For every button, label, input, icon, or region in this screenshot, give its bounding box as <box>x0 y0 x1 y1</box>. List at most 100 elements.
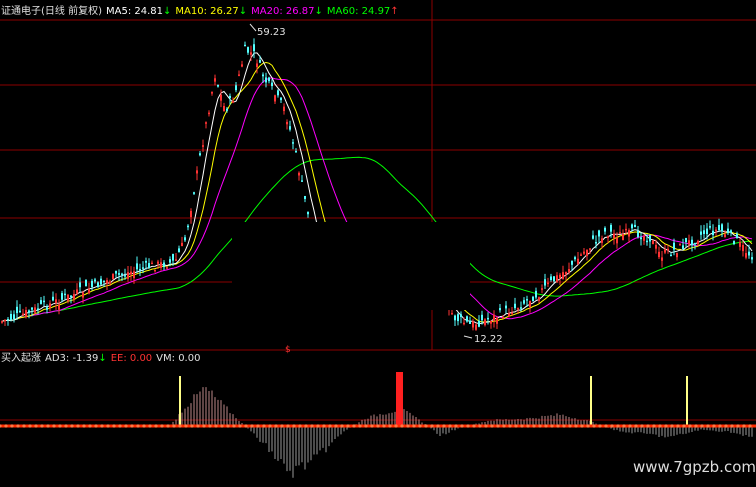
baseline-dot <box>652 424 656 428</box>
candle-body <box>301 180 303 182</box>
baseline-dot <box>712 424 716 428</box>
baseline-dot <box>196 424 200 428</box>
baseline-dot <box>40 424 44 428</box>
baseline-dot <box>724 424 728 428</box>
baseline-dot <box>340 424 344 428</box>
baseline-dot <box>16 424 20 428</box>
candle-body <box>538 297 540 301</box>
candle-body <box>571 260 573 265</box>
baseline-dot <box>94 424 98 428</box>
candle-body <box>565 271 567 275</box>
baseline-dot <box>58 424 62 428</box>
high-price-label: 59.23 <box>257 27 286 38</box>
candle-body <box>178 248 180 253</box>
baseline-dot <box>496 424 500 428</box>
baseline-dot <box>10 424 14 428</box>
candle-body <box>214 78 216 82</box>
baseline-dot <box>436 424 440 428</box>
candle-body <box>238 74 240 76</box>
candle-body <box>73 293 75 300</box>
ad3-arrow-icon: ↓ <box>98 353 107 364</box>
baseline-dot <box>628 424 632 428</box>
candle-body <box>154 269 156 272</box>
candle-body <box>157 261 159 264</box>
candle-body <box>499 308 501 311</box>
candle-body <box>679 243 681 246</box>
baseline-dot <box>598 424 602 428</box>
baseline-dot <box>88 424 92 428</box>
candle-body <box>457 314 459 322</box>
candle-body <box>97 282 99 288</box>
candle-body <box>244 44 246 47</box>
candle-body <box>541 288 543 290</box>
baseline-dot <box>478 424 482 428</box>
baseline-dot <box>316 424 320 428</box>
candle-body <box>580 254 582 256</box>
candle-body <box>622 233 624 240</box>
candle-body <box>133 271 135 279</box>
baseline-dot <box>142 424 146 428</box>
candle-body <box>166 267 168 269</box>
baseline-dot <box>514 424 518 428</box>
candle-body <box>127 272 129 279</box>
candle-body <box>592 235 594 239</box>
candle-body <box>706 228 708 235</box>
baseline-dot <box>148 424 152 428</box>
baseline-dot <box>76 424 80 428</box>
candle-body <box>520 307 522 309</box>
candle-body <box>616 237 618 244</box>
candle-body <box>274 95 276 102</box>
baseline-dot <box>184 424 188 428</box>
candle-body <box>469 320 471 324</box>
candle-body <box>7 318 9 321</box>
baseline-dot <box>742 424 746 428</box>
candle-body <box>181 242 183 247</box>
candle-body <box>460 314 462 317</box>
candle-body <box>295 151 297 153</box>
ee-value: EE: 0.00 <box>110 353 153 364</box>
candle-body <box>250 52 252 55</box>
candle-body <box>550 276 552 280</box>
candle-body <box>58 304 60 310</box>
baseline-dot <box>118 424 122 428</box>
baseline-dot <box>370 424 374 428</box>
candle-body <box>10 313 12 320</box>
candle-body <box>466 316 468 322</box>
candle-body <box>619 232 621 234</box>
baseline-dot <box>112 424 116 428</box>
main-chart-legend: 证通电子(日线 前复权) MA5: 24.81↓ MA10: 26.27↓ MA20:… <box>1 6 403 18</box>
candle-body <box>64 293 66 296</box>
baseline-dot <box>574 424 578 428</box>
baseline-dot <box>154 424 158 428</box>
candle-body <box>277 90 279 96</box>
baseline-dot <box>376 424 380 428</box>
high-pointer <box>249 23 257 32</box>
baseline-dot <box>166 424 170 428</box>
candle-body <box>475 324 477 330</box>
ma10-arrow-icon: ↓ <box>238 6 248 17</box>
candle-body <box>280 97 282 101</box>
candle-body <box>307 211 309 215</box>
candle-body <box>121 273 123 276</box>
candle-body <box>202 145 204 147</box>
candle-body <box>514 303 516 309</box>
candle-body <box>286 121 288 125</box>
baseline-dot <box>190 424 194 428</box>
candle-body <box>139 269 141 271</box>
candle-body <box>262 74 264 77</box>
candle-body <box>259 60 261 63</box>
candle-body <box>226 108 228 111</box>
candle-body <box>601 238 603 243</box>
candle-body <box>124 275 126 277</box>
candle-body <box>184 237 186 241</box>
baseline-dot <box>352 424 356 428</box>
signal-bar <box>179 376 181 426</box>
baseline-dot <box>280 424 284 428</box>
baseline-dot <box>664 424 668 428</box>
baseline-dot <box>382 424 386 428</box>
stock-chart-canvas[interactable]: 59.23 12.22 $ <box>0 0 756 487</box>
candle-body <box>454 315 456 321</box>
candle-body <box>79 282 81 288</box>
candle-body <box>253 44 255 52</box>
candle-body <box>211 92 213 94</box>
